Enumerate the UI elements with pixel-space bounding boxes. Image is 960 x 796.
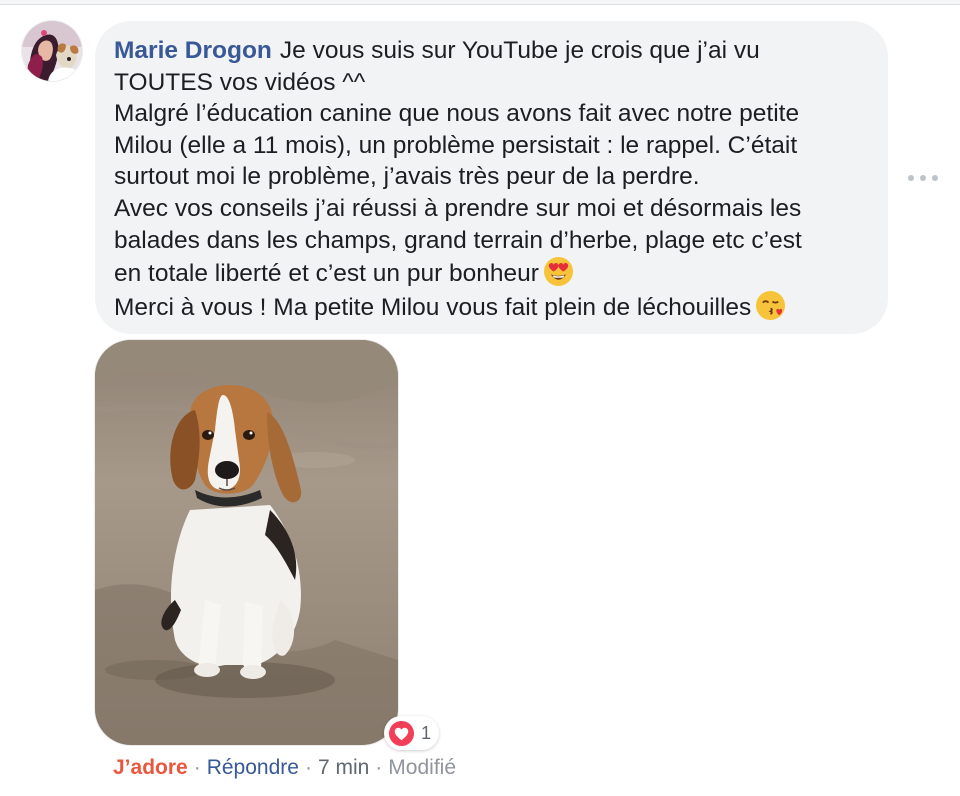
comment-line-8: en totale liberté et c’est un pur bonheu… [114,256,864,290]
love-reaction-link[interactable]: J’adore [113,756,188,780]
separator-dot: · [375,756,383,779]
timestamp-link[interactable]: 7 min [318,756,369,780]
more-dot-1 [908,175,914,181]
more-options-icon[interactable] [908,168,938,188]
comment-line-5: surtout moi le problème, j’avais très pe… [114,163,700,191]
separator-dot: · [193,756,201,779]
heart-icon [388,720,415,746]
edited-link[interactable]: Modifié [388,756,456,780]
comment-line-7: balades dans les champs, grand terrain d… [114,226,802,254]
reaction-count: 1 [421,722,432,743]
reaction-badge[interactable]: 1 [384,716,440,750]
more-dot-3 [932,175,938,181]
comment-line-9: Merci à vous ! Ma petite Milou vous fait… [114,290,864,324]
comment-line-3: Malgré l’éducation canine que nous avons… [114,100,800,128]
comment-line-1-text: Je vous suis sur YouTube je crois que j’… [279,37,760,64]
reply-link[interactable]: Répondre [207,756,299,780]
comment-actions: J’adore · Répondre · 7 min · Modifié [113,756,456,780]
comment-bubble: Marie Drogon Je vous suis sur YouTube je … [95,21,888,334]
kissing-heart-emoji-icon [756,290,786,320]
top-divider [0,0,960,5]
beagle-photo [95,340,398,745]
comment-line-9-text: Merci à vous ! Ma petite Milou vous fait… [114,293,752,321]
separator-dot: · [304,756,312,779]
avatar[interactable] [22,21,82,81]
author-name[interactable]: Marie Drogon [114,37,272,64]
comment-line-1: Marie Drogon Je vous suis sur YouTube je … [114,35,864,67]
comment-text: Marie Drogon Je vous suis sur YouTube je … [114,35,864,323]
comment-line-6: Avec vos conseils j’ai réussi à prendre … [114,194,802,222]
more-dot-2 [920,175,926,181]
heart-eyes-emoji-icon [543,257,573,287]
attached-photo[interactable] [95,340,398,745]
comment-line-4: Milou (elle a 11 mois), un problème pers… [114,131,798,159]
comment-line-8-text: en totale liberté et c’est un pur bonheu… [114,260,539,288]
avatar-image [22,21,82,81]
comment-line-2: TOUTES vos vidéos ^^ [114,68,366,96]
